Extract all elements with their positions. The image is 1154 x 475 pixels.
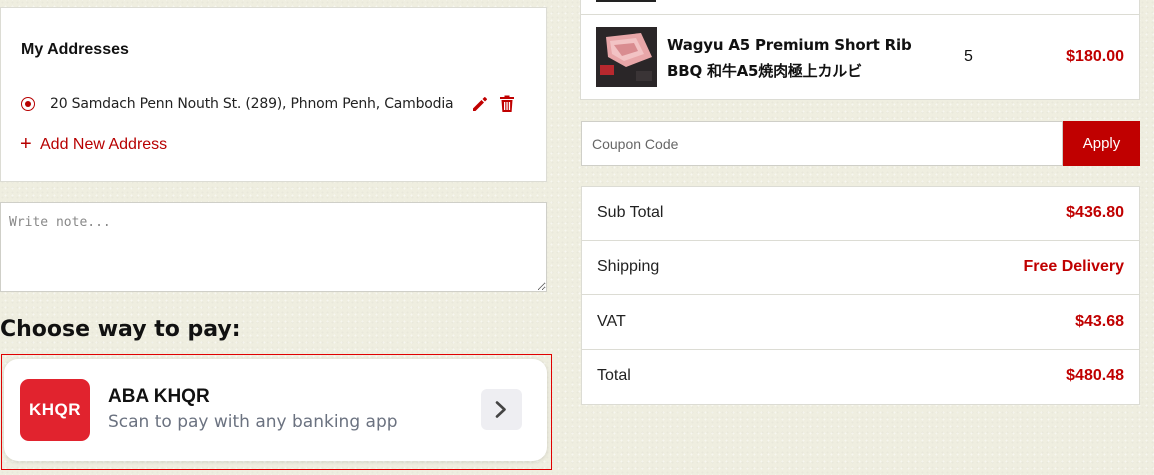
address-item[interactable]: 20 Samdach Penn Nouth St. (289), Phnom P… (21, 95, 526, 115)
coupon-code-input[interactable] (581, 121, 1063, 166)
address-text: 20 Samdach Penn Nouth St. (289), Phnom P… (50, 96, 454, 112)
summary-row-total: Total $480.48 (582, 350, 1139, 404)
subtotal-value: $436.80 (1066, 204, 1124, 221)
order-summary: Sub Total $436.80 Shipping Free Delivery… (581, 186, 1140, 405)
total-value: $480.48 (1066, 367, 1124, 384)
pencil-icon[interactable] (471, 95, 489, 113)
add-address-label: Add New Address (40, 136, 168, 153)
product-quantity: 5 (964, 48, 973, 65)
note-textarea[interactable] (0, 202, 547, 292)
plus-icon: + (20, 133, 32, 155)
payment-title: Choose way to pay: (0, 317, 241, 342)
payment-method-description: Scan to pay with any banking app (108, 412, 398, 432)
cart-item-previous (580, 0, 1140, 15)
shipping-value: Free Delivery (1023, 258, 1124, 275)
summary-row-shipping: Shipping Free Delivery (582, 241, 1139, 295)
chevron-right-icon[interactable] (481, 389, 522, 430)
addresses-title: My Addresses (21, 41, 129, 58)
trash-icon[interactable] (499, 95, 515, 113)
apply-coupon-button[interactable]: Apply (1063, 121, 1140, 166)
address-radio[interactable] (21, 97, 35, 111)
address-panel: My Addresses 20 Samdach Penn Nouth St. (… (0, 7, 547, 182)
total-label: Total (597, 367, 631, 384)
vat-value: $43.68 (1075, 313, 1124, 330)
summary-row-subtotal: Sub Total $436.80 (582, 187, 1139, 241)
payment-method-name: ABA KHQR (108, 386, 210, 407)
product-name: Wagyu A5 Premium Short Rib BBQ 和牛A5焼肉極上カ… (667, 36, 912, 80)
product-price: $180.00 (1066, 48, 1124, 65)
khqr-logo: KHQR (20, 379, 90, 441)
add-address-button[interactable]: + Add New Address (20, 133, 168, 155)
summary-row-vat: VAT $43.68 (582, 296, 1139, 350)
cart-item: Wagyu A5 Premium Short Rib BBQ 和牛A5焼肉極上カ… (580, 14, 1140, 100)
subtotal-label: Sub Total (597, 204, 664, 221)
product-thumbnail-previous (596, 0, 656, 2)
shipping-label: Shipping (597, 258, 660, 275)
product-thumbnail (596, 27, 657, 87)
payment-method-aba-khqr[interactable]: KHQR ABA KHQR Scan to pay with any banki… (4, 359, 547, 461)
vat-label: VAT (597, 313, 626, 330)
